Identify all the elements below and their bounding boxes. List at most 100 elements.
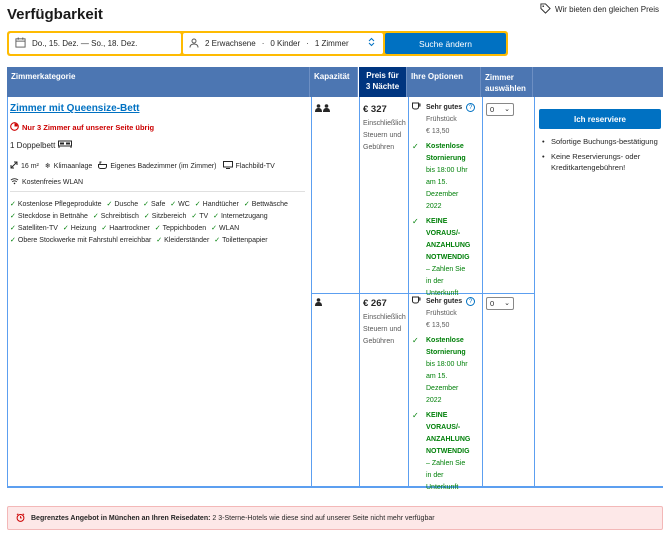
offer-options-1: Sehr gutes? Frühstück € 13,50 ✓ Kostenlo… — [412, 102, 480, 300]
amenity-item: ✓ Satelliten-TV — [10, 225, 58, 232]
room-name-link[interactable]: Zimmer mit Queensize-Bett — [10, 103, 139, 114]
search-bar: Do., 15. Dez. — So., 18. Dez. 2 Erwachse… — [7, 31, 508, 56]
offer-options-2: Sehr gutes? Frühstück € 13,50 ✓ Kostenlo… — [412, 296, 480, 494]
breakfast-price: € 13,50 — [426, 128, 450, 135]
tv-icon — [222, 161, 233, 171]
breakfast-price: € 13,50 — [426, 322, 450, 329]
amenity-item: ✓ Teppichboden — [154, 225, 207, 232]
check-icon: ✓ — [412, 217, 419, 226]
prepay-title: NOTWENDIG — [426, 254, 470, 261]
bed-icon — [58, 140, 73, 150]
prepay-detail: in der — [426, 278, 444, 285]
header-price[interactable]: Preis für 3 Nächte — [358, 67, 407, 97]
table-header: Zimmerkategorie Kapazität Preis für 3 Nä… — [7, 67, 663, 97]
price-match-link[interactable]: Wir bieten den gleichen Preis — [540, 3, 659, 16]
person-icon — [323, 104, 330, 114]
facility-bathroom: Eigenes Badezimmer (im Zimmer) — [98, 161, 217, 171]
price-amount: € 327 — [363, 104, 387, 115]
price-note-line: Gebühren — [363, 338, 395, 345]
check-icon: ✓ — [154, 225, 161, 232]
amenity-item: ✓ Schreibtisch — [92, 213, 139, 220]
facility-label: Eigenes Badezimmer (im Zimmer) — [110, 162, 217, 170]
check-icon: ✓ — [10, 201, 16, 208]
benefits-list: Sofortige Buchungs-bestätigung Keine Res… — [539, 136, 661, 177]
room-quantity-select-1[interactable]: 0 ⌄ — [486, 103, 514, 116]
prepay-detail: – Zahlen Sie — [426, 266, 466, 273]
room-quantity-select-2[interactable]: 0 ⌄ — [486, 297, 514, 310]
cancel-detail: bis 18:00 Uhr — [426, 361, 468, 368]
prepay-title: KEINE — [426, 412, 448, 419]
price-note-line: Steuern und — [363, 326, 402, 333]
alarm-clock-icon — [16, 512, 25, 524]
prepay-title: NOTWENDIG — [426, 448, 470, 455]
snowflake-icon: ❄ — [44, 163, 51, 170]
check-icon: ✓ — [156, 237, 163, 244]
children-count: 0 Kinder — [270, 39, 301, 48]
check-icon: ✓ — [170, 201, 177, 208]
facility-wifi: Kostenfreies WLAN — [10, 177, 83, 187]
amenity-item: ✓ Obere Stockwerke mit Fahrstuhl erreichb… — [10, 237, 152, 244]
check-icon: ✓ — [143, 201, 149, 208]
header-select: Zimmer auswählen — [481, 67, 533, 97]
check-icon: ✓ — [412, 336, 419, 345]
quantity-value: 0 — [490, 105, 495, 114]
check-icon: ✓ — [10, 237, 16, 244]
question-icon[interactable]: ? — [466, 297, 476, 306]
header-price-line1: Preis für — [366, 71, 399, 80]
change-search-button[interactable]: Suche ändern — [385, 33, 506, 54]
amenity-item: ✓ Handtücher — [194, 201, 239, 208]
breakfast-title: Sehr gutes — [426, 298, 463, 305]
amenity-item: ✓ TV — [191, 213, 209, 220]
facility-label: Flachbild-TV — [235, 162, 275, 170]
page-title: Verfügbarkeit — [7, 6, 103, 23]
calendar-icon — [15, 37, 26, 50]
check-icon: ✓ — [10, 213, 16, 220]
coffee-icon — [412, 296, 422, 332]
coffee-icon — [412, 102, 422, 138]
cancel-detail: 2022 — [426, 203, 442, 210]
cancel-detail: Dezember — [426, 191, 459, 198]
prepay-detail: Unterkunft — [426, 484, 459, 491]
breakfast-sub: Frühstück — [426, 310, 457, 317]
breakfast-option: Sehr gutes? Frühstück € 13,50 — [412, 102, 480, 138]
facility-size: 16 m² — [10, 161, 39, 171]
facility-ac: ❄ Klimaanlage — [44, 162, 92, 171]
offer-price-2: € 267 Einschließlich Steuern und Gebühre… — [363, 298, 406, 348]
price-note-line: Einschließlich — [363, 120, 406, 127]
person-icon — [315, 104, 322, 114]
price-amount: € 267 — [363, 298, 387, 309]
header-options: Ihre Optionen — [407, 67, 481, 97]
adults-count: 2 Erwachsene — [205, 39, 256, 48]
prepay-title: ANZAHLUNG — [426, 242, 471, 249]
separator: · — [261, 39, 265, 48]
amenity-item: ✓ Toilettenpapier — [214, 237, 268, 244]
person-icon — [189, 38, 199, 50]
offer-price-1: € 327 Einschließlich Steuern und Gebühre… — [363, 104, 406, 154]
tag-icon — [540, 3, 551, 16]
question-icon[interactable]: ? — [466, 103, 476, 112]
amenity-item: ✓ Haartrockner — [101, 225, 150, 232]
amenity-item: ✓ Steckdose in Bettnähe — [10, 213, 88, 220]
date-range: Do., 15. Dez. — So., 18. Dez. — [32, 39, 138, 48]
check-icon: ✓ — [213, 213, 219, 220]
cancel-detail: am 15. — [426, 373, 448, 380]
scarcity-text: Nur 3 Zimmer auf unserer Seite übrig — [22, 123, 155, 132]
prepay-title: ANZAHLUNG — [426, 436, 471, 443]
facility-tv: Flachbild-TV — [222, 161, 275, 171]
date-picker[interactable]: Do., 15. Dez. — So., 18. Dez. — [9, 33, 181, 54]
chevron-updown-icon — [368, 37, 375, 49]
cancel-title: Kostenlose — [426, 143, 464, 150]
person-icon — [315, 298, 322, 308]
check-icon: ✓ — [194, 201, 201, 208]
reserve-button[interactable]: Ich reserviere — [539, 109, 661, 129]
cancel-detail: Dezember — [426, 385, 459, 392]
clock-alert-icon — [10, 122, 19, 133]
bed-text: 1 Doppelbett — [10, 140, 56, 150]
check-icon: ✓ — [412, 411, 419, 420]
prepayment-option: ✓ KEINE VORAUS/- ANZAHLUNG NOTWENDIG – Z… — [412, 216, 480, 300]
cancellation-option: ✓ Kostenlose Stornierung bis 18:00 Uhr a… — [412, 335, 480, 407]
facility-label: Kostenfreies WLAN — [22, 178, 84, 186]
cancellation-option: ✓ Kostenlose Stornierung bis 18:00 Uhr a… — [412, 141, 480, 213]
cancel-detail: am 15. — [426, 179, 448, 186]
guests-picker[interactable]: 2 Erwachsene · 0 Kinder · 1 Zimmer — [183, 33, 383, 54]
